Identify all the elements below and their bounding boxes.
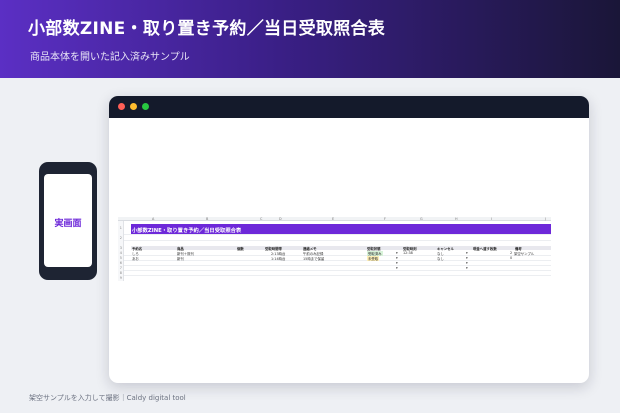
table-header-cell[interactable]: 現金へ渡す枚数 [473,246,497,251]
sheet-title: 小部数ZINE・取り置き予約／当日受取照合表 [132,228,242,235]
status-dropdown-icon[interactable]: ▾ [396,256,398,260]
column-header-g[interactable]: G [420,217,423,221]
grid-line [124,270,551,271]
column-header-f[interactable]: F [384,217,386,221]
count-cell[interactable]: 2 [510,251,512,255]
column-header-bar: A B C D E F G H I J [118,217,551,221]
row-header[interactable]: 3 [120,246,122,250]
page-title: 小部数ZINE・取り置き予約／当日受取照合表 [28,19,386,39]
window-titlebar [109,96,589,118]
sheet-title-banner[interactable]: 小部数ZINE・取り置き予約／当日受取照合表 [131,224,551,234]
phone-mockup: 実画面 [39,162,97,280]
cancel-dropdown-icon[interactable]: ▾ [466,256,468,260]
column-header-i[interactable]: I [491,217,492,221]
pickup-time-actual-cell[interactable]: 12:38 [403,251,413,255]
column-header-j[interactable]: J [545,217,546,221]
row-header-bar: 1 2 3 4 5 6 7 8 9 [118,221,124,281]
phone-screen: 実画面 [44,174,92,267]
table-header-cell[interactable]: 個数 [237,246,244,251]
close-window-icon[interactable] [118,103,125,110]
status-dropdown-icon[interactable]: ▾ [396,251,398,255]
note-cell[interactable]: 架空サンプル [514,251,534,256]
phone-screen-label: 実画面 [54,219,82,229]
minimize-window-icon[interactable] [130,103,137,110]
grid-line [124,265,551,266]
count-cell[interactable]: 0 [510,256,512,260]
row-header[interactable]: 6 [120,261,122,265]
footer-caption: 架空サンプルを入力して撮影｜Caldy digital tool [29,394,186,402]
column-header-a[interactable]: A [152,217,154,221]
reservation-name-cell[interactable]: あお [132,256,139,261]
cancel-cell[interactable]: なし [437,256,444,261]
pickup-time-cell[interactable]: 1:14時台 [271,256,285,261]
row-header[interactable]: 2 [120,236,122,240]
cancel-dropdown-icon[interactable]: ▾ [466,251,468,255]
spreadsheet[interactable]: A B C D E F G H I J 1 2 3 4 5 6 7 8 9 小部… [118,217,551,281]
row-header[interactable]: 4 [120,251,122,255]
cancel-dropdown-icon[interactable]: ▾ [466,261,468,265]
column-header-b[interactable]: B [206,217,208,221]
maximize-window-icon[interactable] [142,103,149,110]
row-header[interactable]: 1 [120,226,122,230]
grid-line [124,275,551,276]
status-badge-pending[interactable]: 未受取 [367,256,380,261]
row-header[interactable]: 8 [120,271,122,275]
table-header-row: 予約名 商品 個数 受取時間帯 連絡メモ 受取状態 受取時刻 キャンセル 現金へ… [131,246,551,251]
row-header[interactable]: 7 [120,266,122,270]
status-dropdown-icon[interactable]: ▾ [396,266,398,270]
column-header-d[interactable]: D [279,217,282,221]
status-dropdown-icon[interactable]: ▾ [396,261,398,265]
grid-line [124,240,551,241]
product-cell[interactable]: 新刊 [177,256,184,261]
grid-line [124,260,551,261]
column-header-e[interactable]: E [332,217,334,221]
page-subtitle: 商品本体を開いた記入済みサンプル [30,52,190,63]
header-banner: 小部数ZINE・取り置き予約／当日受取照合表 商品本体を開いた記入済みサンプル [0,0,620,78]
column-header-c[interactable]: C [260,217,262,221]
column-header-h[interactable]: H [455,217,458,221]
cancel-dropdown-icon[interactable]: ▾ [466,266,468,270]
memo-cell[interactable]: 15時まで保留 [303,256,324,261]
row-header[interactable]: 9 [120,276,122,280]
row-header[interactable]: 5 [120,256,122,260]
browser-window: A B C D E F G H I J 1 2 3 4 5 6 7 8 9 小部… [109,96,589,383]
